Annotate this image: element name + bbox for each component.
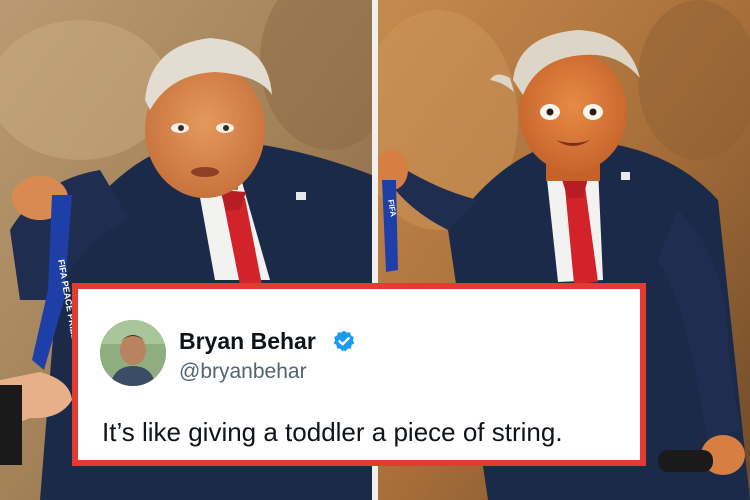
tweet-text: It’s like giving a toddler a piece of st… xyxy=(102,417,563,447)
avatar-photo xyxy=(100,320,166,386)
author-avatar[interactable] xyxy=(100,320,166,386)
meme-image: FIFA PEACE PRIZE FIFA Bryan Behar @bryan… xyxy=(0,0,750,500)
author-handle[interactable]: @bryanbehar xyxy=(179,359,307,385)
verified-badge-icon xyxy=(333,330,355,352)
tweet-card: Bryan Behar @bryanbehar It’s like giving… xyxy=(72,283,646,466)
author-name[interactable]: Bryan Behar xyxy=(179,327,316,355)
